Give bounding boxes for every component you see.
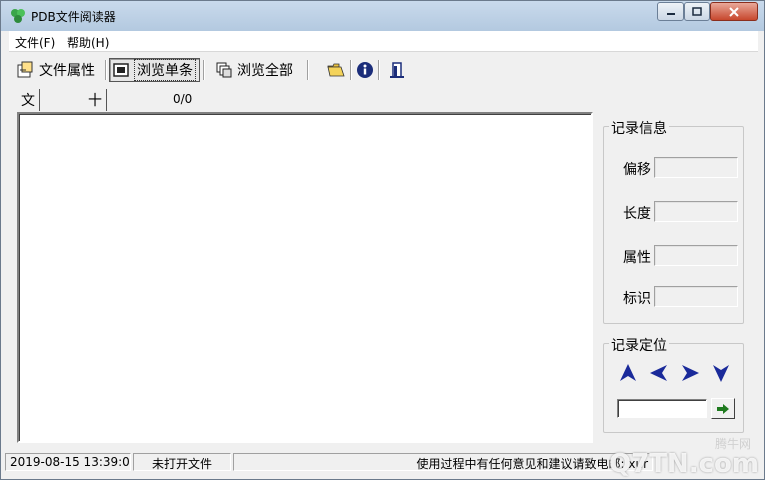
window-title: PDB文件阅读器	[31, 10, 116, 24]
app-logo-icon	[9, 7, 27, 25]
single-record-icon	[113, 63, 129, 77]
all-records-icon	[216, 62, 232, 78]
offset-field	[654, 157, 738, 178]
length-field	[654, 201, 738, 222]
first-record-arrow-icon[interactable]	[617, 362, 639, 384]
browse-single-button[interactable]: 浏览单条	[109, 58, 200, 82]
menu-bar: 文件(F) 帮助(H)	[9, 31, 758, 52]
record-locate-group: 记录定位	[603, 335, 744, 433]
length-label: 长度	[623, 206, 651, 222]
menu-help[interactable]: 帮助(H)	[67, 34, 109, 51]
toolbar-separator	[378, 60, 380, 80]
toolbar-separator	[350, 60, 352, 80]
record-counter: 0/0	[173, 92, 193, 106]
browse-all-button[interactable]: 浏览全部	[213, 58, 296, 82]
last-record-arrow-icon[interactable]	[710, 362, 732, 384]
identifier-field	[654, 286, 738, 307]
exit-door-icon[interactable]	[388, 61, 406, 79]
browse-all-label: 浏览全部	[237, 63, 293, 79]
toolbar-separator	[105, 60, 107, 80]
file-properties-button[interactable]: 文件属性	[13, 58, 98, 82]
offset-label: 偏移	[623, 162, 651, 178]
attribute-label: 属性	[623, 250, 651, 266]
minimize-button[interactable]	[657, 2, 684, 21]
go-arrow-icon	[717, 403, 729, 414]
toolbar: 文件属性 浏览单条 浏览全部	[9, 55, 758, 85]
maximize-button[interactable]	[684, 2, 710, 21]
status-datetime: 2019-08-15 13:39:09	[5, 453, 131, 471]
file-properties-label: 文件属性	[39, 63, 95, 79]
next-record-arrow-icon[interactable]	[679, 362, 701, 384]
record-info-title: 记录信息	[609, 118, 669, 138]
identifier-label: 标识	[623, 291, 651, 307]
goto-button[interactable]	[711, 398, 735, 419]
browse-single-label: 浏览单条	[134, 59, 196, 81]
close-button[interactable]	[710, 2, 758, 21]
attribute-field	[654, 245, 738, 266]
tab-text-mode[interactable]: 文本方式	[17, 89, 40, 169]
toolbar-separator	[307, 60, 309, 80]
title-bar[interactable]: PDB文件阅读器	[1, 1, 764, 31]
info-icon[interactable]	[356, 61, 374, 79]
record-goto-input[interactable]	[617, 399, 707, 418]
maximize-icon	[692, 7, 702, 16]
properties-icon	[17, 61, 33, 78]
close-icon	[729, 6, 739, 17]
previous-record-arrow-icon[interactable]	[648, 362, 670, 384]
toolbar-separator	[203, 60, 205, 80]
watermark-small: 腾牛网	[714, 437, 751, 451]
status-bar: 2019-08-15 13:39:09 未打开文件 使用过程中有任何意见和建议请…	[5, 451, 761, 473]
content-view[interactable]	[17, 112, 593, 443]
open-folder-icon[interactable]	[327, 61, 345, 79]
record-locate-title: 记录定位	[609, 335, 669, 355]
tab-hex-mode[interactable]: 十六进制	[84, 89, 107, 169]
menu-file[interactable]: 文件(F)	[15, 34, 55, 51]
status-file-state: 未打开文件	[133, 453, 231, 471]
status-feedback: 使用过程中有任何意见和建议请致电邮: xur	[233, 453, 653, 471]
minimize-icon	[666, 12, 675, 15]
app-window: PDB文件阅读器 文件(F) 帮助(H) 文件属性 浏览单条 浏览全部 文 十 …	[0, 0, 765, 480]
